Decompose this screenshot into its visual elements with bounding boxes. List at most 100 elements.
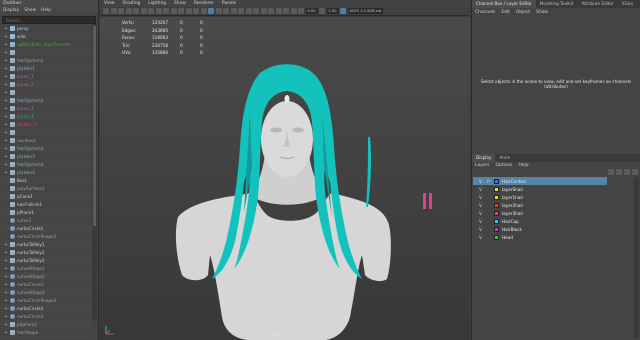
expand-toggle-icon[interactable]: + [4,90,8,95]
expand-toggle-icon[interactable]: + [4,98,8,103]
outliner-item[interactable]: + side [0,32,92,40]
outliner-item[interactable]: + curveShape2 [0,272,92,280]
outliner-item[interactable]: + hairShape [0,328,92,336]
outliner-item[interactable]: Bust [0,176,92,184]
layer-visibility-toggle[interactable]: V [478,227,483,232]
tab-xgen[interactable]: XGen [618,0,637,8]
display-layer-row[interactable]: V Head [473,233,607,241]
outliner-item[interactable]: polySurface1 [0,184,92,192]
outliner-scroll-thumb[interactable] [93,26,96,226]
layer-menu-options[interactable]: Options [496,163,513,168]
textured-icon[interactable] [223,8,229,14]
display-layer-row[interactable]: Vlayer2hair [473,201,607,209]
layer-menu-layers[interactable]: Layers [475,163,490,168]
viewport-menu-view[interactable]: View [104,1,114,6]
expand-toggle-icon[interactable]: + [4,170,8,175]
layer-visibility-toggle[interactable]: V [478,195,483,200]
viewport-menu-panels[interactable]: Panels [222,1,236,6]
outliner-menu-show[interactable]: Show [24,8,36,13]
expand-toggle-icon[interactable]: + [4,266,8,271]
outliner-item[interactable]: + ngSkinTools_DataTransfer [0,40,92,48]
expand-toggle-icon[interactable]: + [4,314,8,319]
exposure-icon[interactable] [298,8,304,14]
outliner-item[interactable]: + [0,128,92,136]
new-empty-layer-icon[interactable] [624,169,630,175]
isolate-select-icon[interactable] [268,8,274,14]
layer-color-swatch[interactable] [494,186,499,192]
expand-toggle-icon[interactable]: + [4,322,8,327]
outliner-item[interactable]: + pCube1 [0,336,92,338]
move-layer-up-icon[interactable] [608,169,614,175]
wireframe-on-shaded-icon[interactable] [215,8,222,14]
layer-color-swatch[interactable] [494,226,499,232]
tab-attribute-editor[interactable]: Attribute Editor [578,0,618,8]
expand-toggle-icon[interactable]: + [4,290,8,295]
channel-menu-object[interactable]: Object [516,10,530,15]
xray-joints-icon[interactable] [283,8,289,14]
outliner-item[interactable]: + pSphere2 [0,320,92,328]
expand-toggle-icon[interactable]: + [4,42,8,47]
expand-toggle-icon[interactable]: + [4,138,8,143]
display-layer-row[interactable]: V HairCap [473,217,607,225]
outliner-item[interactable]: + curve_1 [0,72,92,80]
layer-playback-toggle[interactable]: P [486,179,491,184]
image-plane-icon[interactable] [125,8,132,14]
expand-toggle-icon[interactable]: + [4,74,8,79]
lights-icon[interactable] [230,8,237,14]
anti-aliasing-icon[interactable] [260,8,267,14]
display-layer-row[interactable]: V HairBlock [473,225,607,233]
tab-modeling-toolkit[interactable]: Modeling Toolkit [536,0,578,8]
expand-toggle-icon[interactable]: + [4,338,8,339]
outliner-item[interactable]: + pfxHair_2 [0,120,92,128]
channel-menu-edit[interactable]: Edit [501,10,510,15]
layer-color-swatch[interactable] [494,210,499,216]
color-management-icon[interactable] [340,8,347,14]
layer-color-swatch[interactable] [494,178,499,184]
expand-toggle-icon[interactable]: + [4,258,8,263]
outliner-item[interactable]: nurbsCircle1 [0,224,92,232]
outliner-item[interactable]: + pfxHair1 [0,64,92,72]
outliner-item[interactable]: + nurbsToPoly3 [0,256,92,264]
expand-toggle-icon[interactable]: + [4,58,8,63]
outliner-scrollbar[interactable] [92,24,97,320]
outliner-item[interactable]: nurbsCircleShape1 [0,232,92,240]
outliner-item[interactable]: + nurbsCircle2 [0,304,92,312]
outliner-item[interactable]: + hairSystem1 [0,56,92,64]
gamma-icon[interactable] [319,8,326,14]
new-layer-from-selection-icon[interactable] [632,169,638,175]
expand-toggle-icon[interactable]: + [4,50,8,55]
expand-toggle-icon[interactable]: + [4,106,8,111]
safe-action-icon[interactable] [185,8,192,14]
grid-icon[interactable] [148,8,154,14]
layer-visibility-toggle[interactable]: V [478,187,483,192]
expand-toggle-icon[interactable]: + [4,146,8,151]
outliner-item[interactable]: + nurbsToPoly1 [0,240,92,248]
outliner-item[interactable]: + curveShape1 [0,264,92,272]
channel-menu-channels[interactable]: Channels [475,10,495,15]
expand-toggle-icon[interactable]: + [4,114,8,119]
display-layer-row[interactable]: Vlayer3hair [473,209,607,217]
grease-pencil-icon[interactable] [140,8,147,14]
expand-toggle-icon[interactable]: + [4,66,8,71]
camera-select-icon[interactable] [103,8,109,14]
backface-culling-icon[interactable] [290,8,297,14]
smooth-shade-icon[interactable] [208,8,214,14]
expand-toggle-icon[interactable]: + [4,242,8,247]
wireframe-icon[interactable] [200,8,207,14]
expand-toggle-icon[interactable]: + [4,330,8,335]
outliner-item[interactable]: curve1 [0,216,92,224]
exposure-field[interactable]: 0.00 [305,8,318,14]
outliner-item[interactable]: + hairSystem4 [0,160,92,168]
layer-visibility-toggle[interactable]: V [478,179,483,184]
2d-pan-zoom-icon[interactable] [133,8,139,14]
film-gate-icon[interactable] [155,8,162,14]
outliner-item[interactable]: + hairSystem2 [0,96,92,104]
layer-color-swatch[interactable] [494,218,499,224]
tab-display-layers[interactable]: Display [472,154,496,162]
outliner-item[interactable]: + curveShape3 [0,288,92,296]
expand-toggle-icon[interactable]: + [4,26,8,31]
outliner-item[interactable]: + curve_2 [0,80,92,88]
expand-toggle-icon[interactable]: + [4,306,8,311]
tab-anim-layers[interactable]: Anim [495,154,514,162]
layer-visibility-toggle[interactable]: V [478,235,483,240]
